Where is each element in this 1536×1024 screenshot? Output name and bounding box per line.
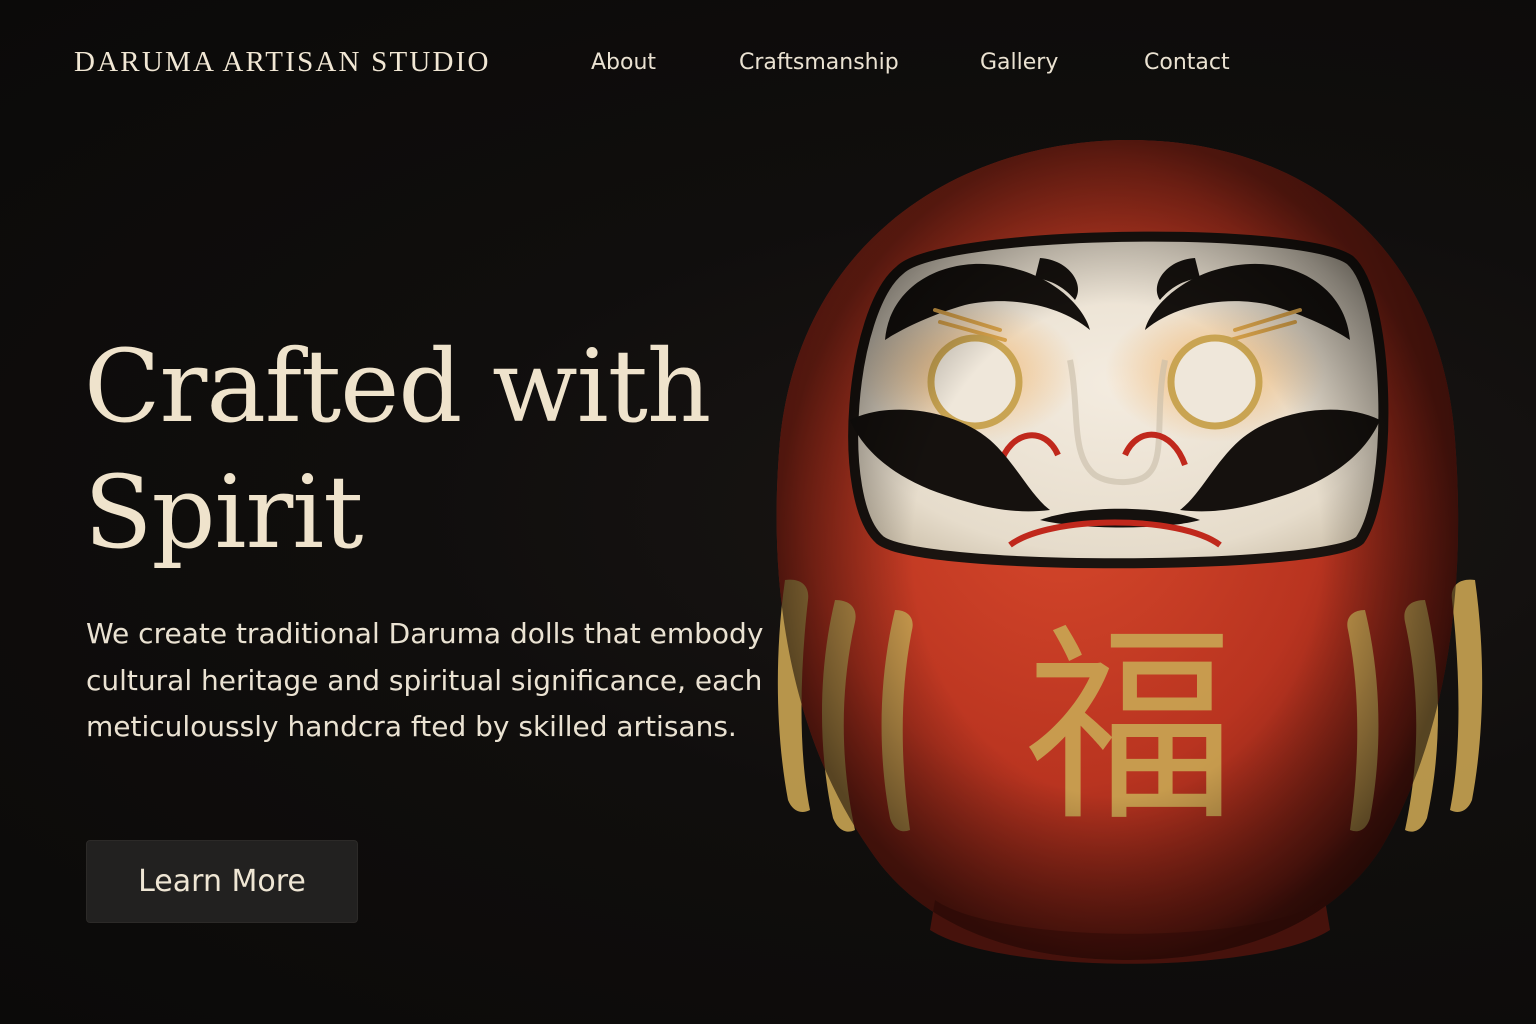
brand-logo[interactable]: DARUMA ARTISAN STUDIO (74, 46, 491, 79)
nav-link-gallery[interactable]: Gallery (980, 50, 1058, 75)
nav-link-craftsmanship[interactable]: Craftsmanship (739, 50, 899, 75)
hero-title: Crafted with Spirit (84, 328, 711, 571)
nav-link-about[interactable]: About (591, 50, 656, 75)
learn-more-button[interactable]: Learn More (86, 840, 358, 923)
hero-description: We create traditional Daruma dolls that … (86, 617, 764, 743)
daruma-doll-image: 福 (776, 140, 1483, 964)
nav-link-contact[interactable]: Contact (1144, 50, 1230, 75)
page: DARUMA ARTISAN STUDIO About Craftsmanshi… (0, 0, 1536, 1024)
